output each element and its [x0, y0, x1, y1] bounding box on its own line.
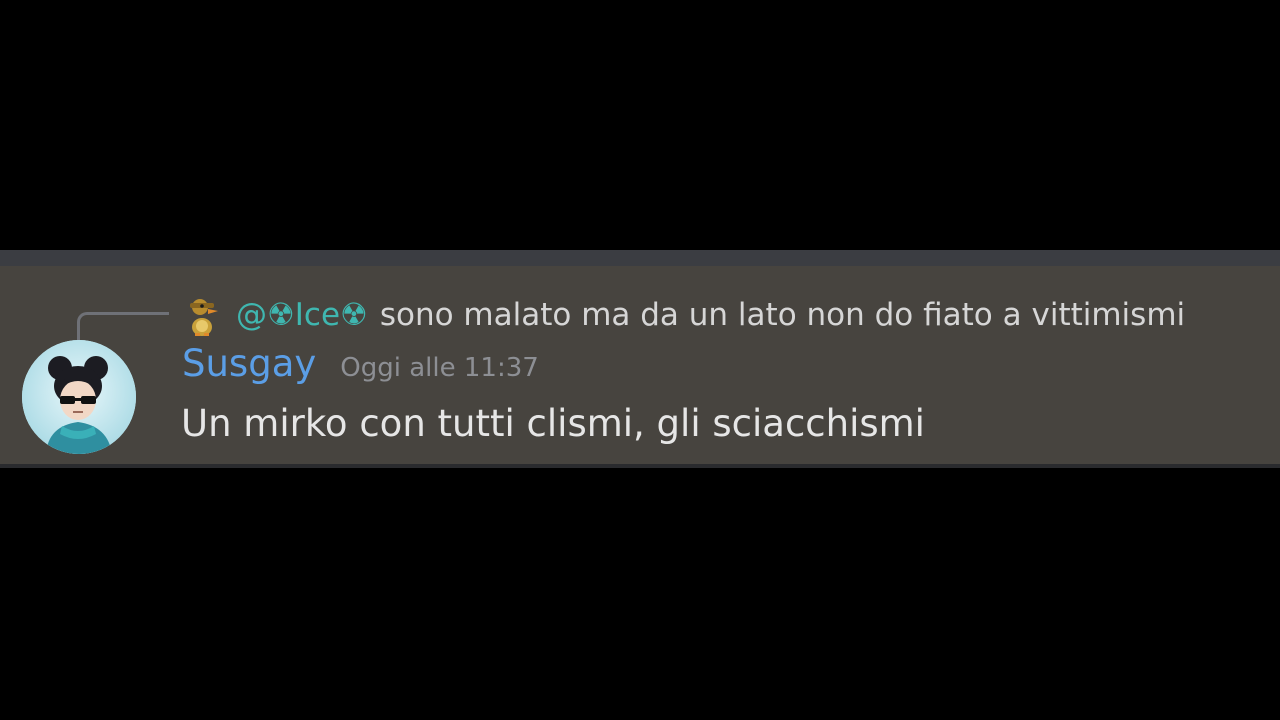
timestamp: Oggi alle 11:37 [340, 353, 539, 383]
duck-avatar-icon [184, 293, 220, 337]
reply-mention[interactable]: @☢Ice☢ [236, 297, 368, 333]
user-avatar-icon[interactable] [22, 340, 136, 454]
message-content: Un mirko con tutti clismi, gli sciacchis… [181, 402, 925, 445]
chat-message: @☢Ice☢ sono malato ma da un lato non do … [0, 250, 1280, 468]
username[interactable]: Susgay [182, 342, 316, 385]
reply-reference[interactable]: @☢Ice☢ sono malato ma da un lato non do … [184, 290, 1185, 340]
message-header: Susgay Oggi alle 11:37 [182, 342, 539, 392]
reply-spine [77, 312, 169, 344]
screen: @☢Ice☢ sono malato ma da un lato non do … [0, 0, 1280, 720]
reply-text[interactable]: sono malato ma da un lato non do fiato a… [380, 297, 1185, 333]
